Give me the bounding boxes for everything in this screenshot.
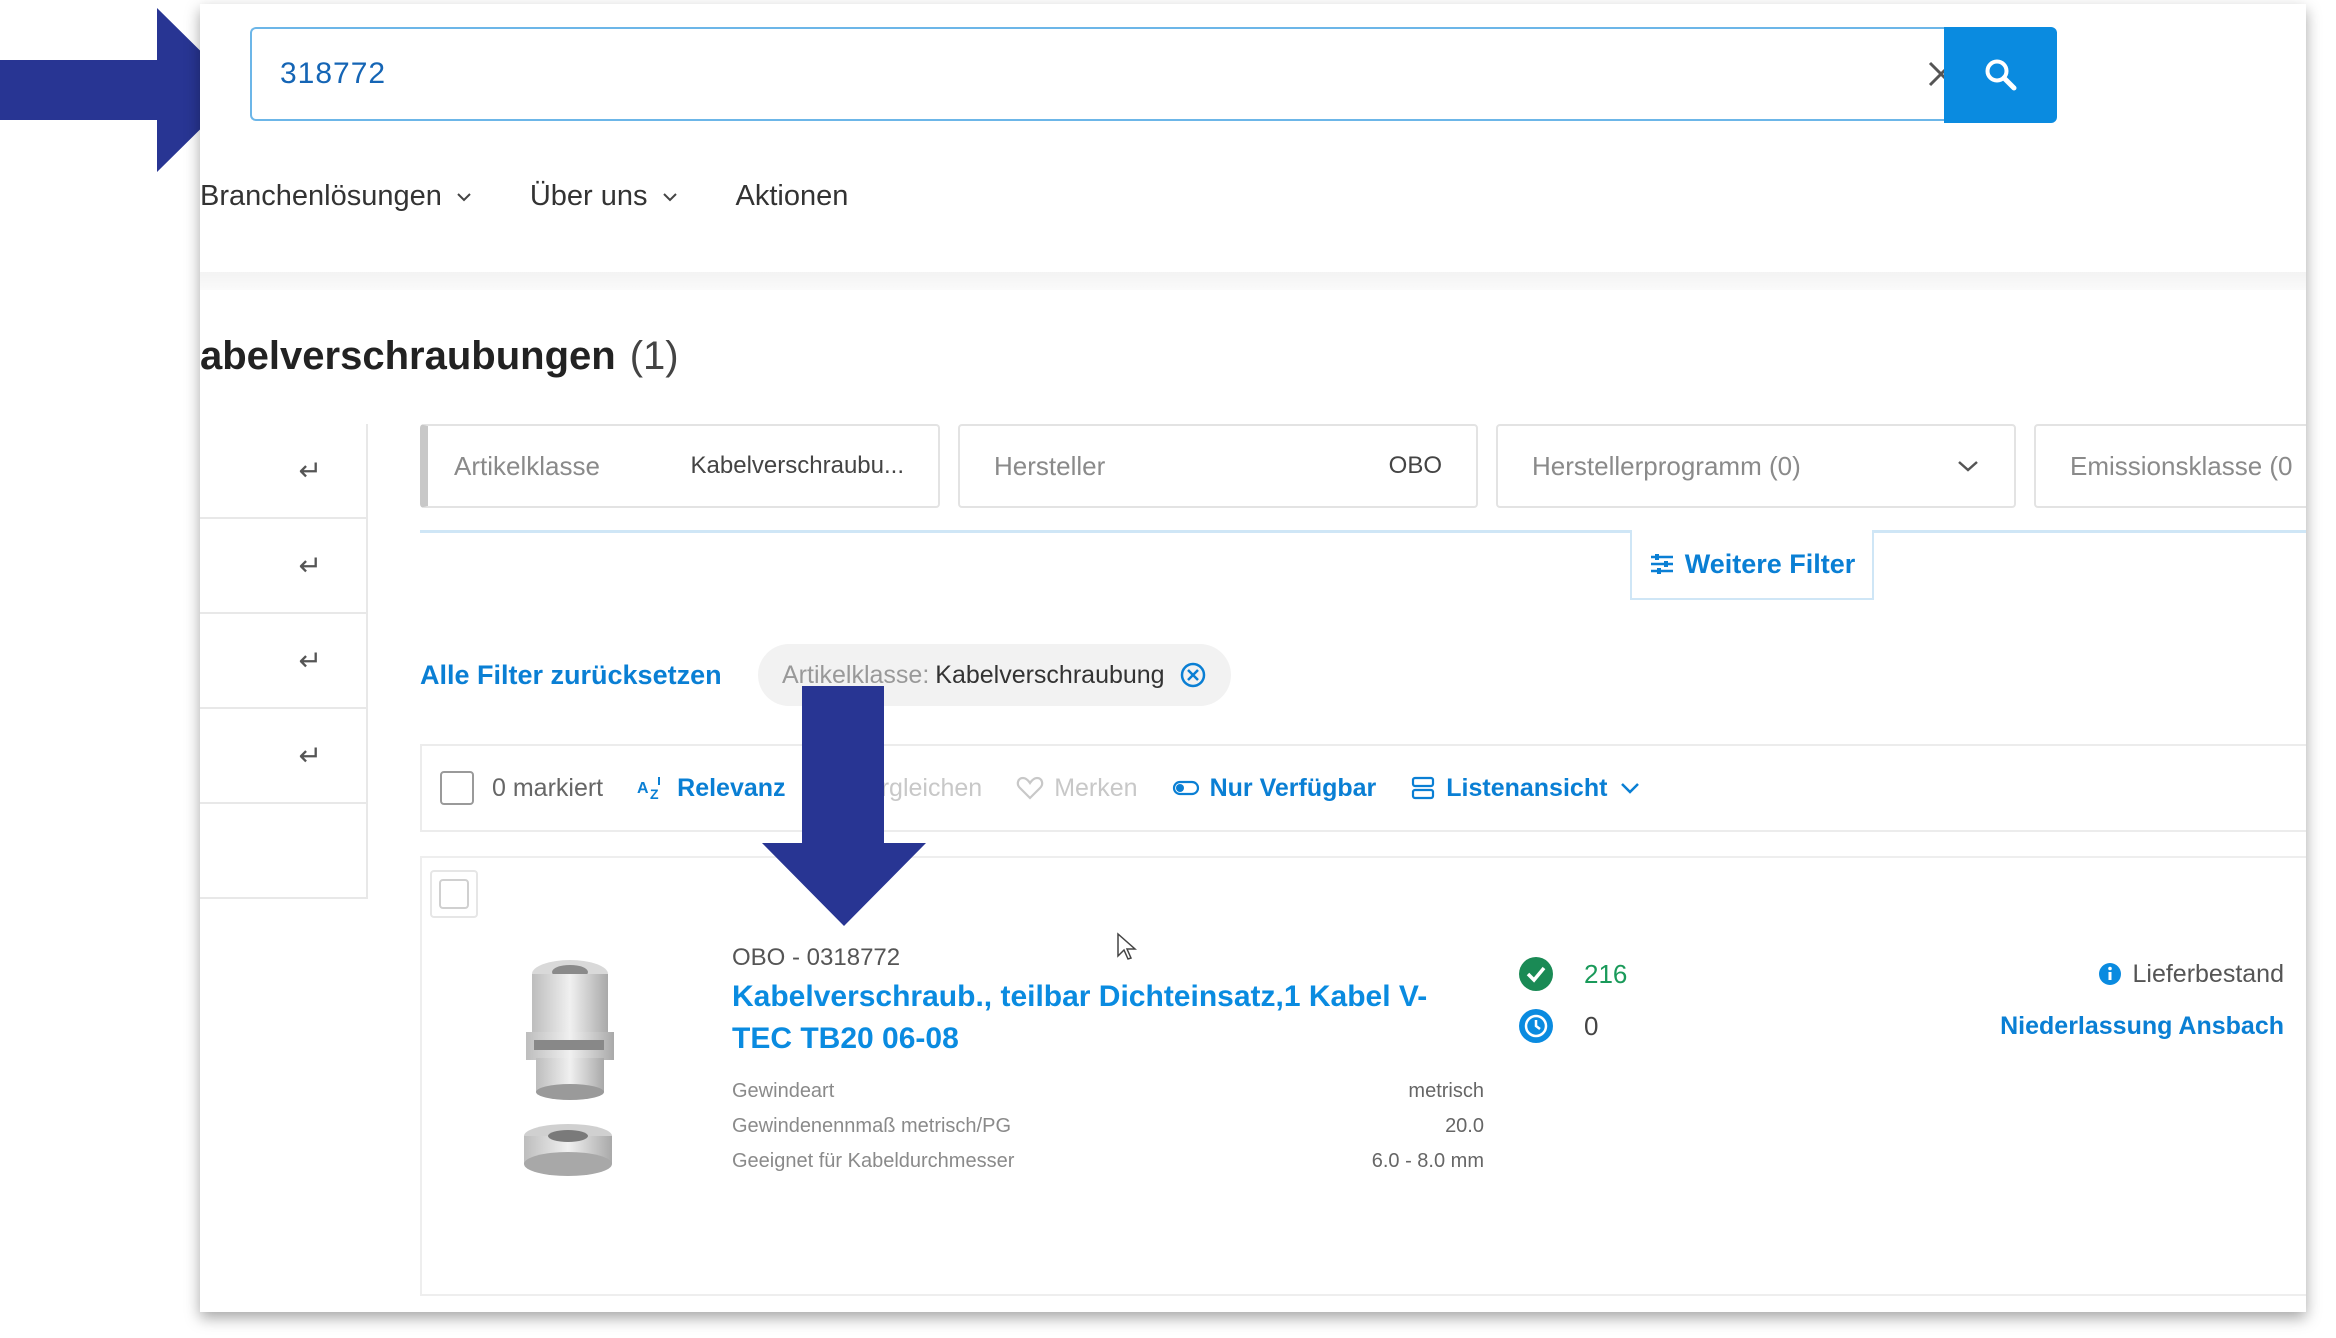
sort-az-icon: AZ bbox=[637, 777, 661, 801]
view-mode-dropdown[interactable]: Listenansicht bbox=[1410, 774, 1651, 803]
mouse-cursor-icon bbox=[1117, 932, 1137, 960]
sidebar-item[interactable]: ↵ bbox=[200, 709, 368, 804]
spec-label: Geeignet für Kabeldurchmesser bbox=[732, 1150, 1015, 1172]
info-icon bbox=[2099, 963, 2122, 985]
nav-item-ueber-uns[interactable]: Über uns bbox=[530, 180, 678, 213]
spec-label: Gewindeart bbox=[732, 1080, 835, 1102]
filter-emissionsklasse[interactable]: Emissionsklasse (0 bbox=[2034, 424, 2306, 508]
nav-item-aktionen[interactable]: Aktionen bbox=[736, 180, 849, 213]
remember-button[interactable]: Merken bbox=[1016, 773, 1138, 803]
page-title: abelverschraubungen (1) bbox=[200, 334, 679, 379]
spec-row: Geeignet für Kabeldurchmesser 6.0 - 8.0 … bbox=[732, 1144, 1484, 1179]
nav-item-label: Über uns bbox=[529, 180, 648, 212]
search-button[interactable] bbox=[1944, 27, 2057, 123]
available-only-label: Nur Verfügbar bbox=[1209, 773, 1377, 802]
chevron-down-icon bbox=[1621, 783, 1640, 794]
filter-artikelklasse[interactable]: Artikelklasse Kabelverschraubu... bbox=[420, 424, 940, 508]
product-article-number: OBO - 0318772 bbox=[732, 944, 901, 971]
filter-label: Artikelklasse bbox=[454, 450, 600, 481]
chevron-down-icon bbox=[662, 192, 677, 201]
product-card: OBO - 0318772 Kabelverschraub., teilbar … bbox=[420, 856, 2306, 1296]
reset-filters-link[interactable]: Alle Filter zurücksetzen bbox=[420, 660, 722, 691]
annotation-arrow-down bbox=[762, 686, 926, 926]
search-input[interactable] bbox=[250, 27, 1944, 121]
header-divider bbox=[200, 272, 2306, 290]
sidebar-item[interactable]: ↵ bbox=[200, 519, 368, 614]
chevron-down-icon bbox=[1958, 461, 1978, 472]
filter-label: Hersteller bbox=[994, 450, 1106, 481]
browser-viewport: Branchenlösungen Über uns Aktionen abelv… bbox=[200, 4, 2306, 1312]
search-bar bbox=[250, 27, 2062, 125]
enter-icon: ↵ bbox=[298, 550, 322, 581]
more-filters-button[interactable]: Weitere Filter bbox=[1630, 530, 1874, 600]
product-image[interactable] bbox=[510, 954, 630, 1184]
result-count: (1) bbox=[629, 334, 679, 378]
spec-value: 20.0 bbox=[1445, 1115, 1484, 1137]
nav-item-label: Aktionen bbox=[735, 180, 849, 212]
svg-text:A: A bbox=[637, 780, 649, 797]
sidebar-item[interactable] bbox=[200, 804, 368, 899]
marked-count: 0 markiert bbox=[492, 773, 604, 802]
branch-link[interactable]: Niederlassung Ansbach bbox=[2000, 1000, 2284, 1052]
stock-info: 216 0 bbox=[1518, 948, 1627, 1052]
filter-hersteller[interactable]: Hersteller OBO bbox=[958, 424, 1478, 508]
stock-available-count: 216 bbox=[1584, 958, 1628, 989]
results-toolbar: 0 markiert AZ Relevanz Vergleichen Merke… bbox=[420, 744, 2306, 832]
list-view-icon bbox=[1412, 776, 1435, 800]
select-all-checkbox[interactable] bbox=[440, 771, 474, 805]
filter-herstellerprogramm[interactable]: Herstellerprogramm (0) bbox=[1496, 424, 2016, 508]
filter-label: Herstellerprogramm (0) bbox=[1532, 450, 1801, 481]
nav-item-label: Branchenlösungen bbox=[200, 180, 442, 212]
available-only-toggle[interactable]: Nur Verfügbar bbox=[1172, 773, 1377, 803]
view-mode-label: Listenansicht bbox=[1446, 773, 1608, 802]
stock-incoming-row: 0 bbox=[1518, 1000, 1627, 1052]
filter-sliders-icon bbox=[1650, 554, 1673, 574]
filter-value: Kabelverschraubu... bbox=[690, 452, 904, 479]
delivery-label: Lieferbestand bbox=[2132, 959, 2284, 988]
delivery-stock: Lieferbestand bbox=[2000, 948, 2284, 1000]
filter-label: Emissionsklasse (0 bbox=[2070, 450, 2293, 481]
heart-icon bbox=[1016, 776, 1044, 800]
sidebar-item[interactable]: ↵ bbox=[200, 424, 368, 519]
filter-value: OBO bbox=[1388, 452, 1442, 479]
enter-icon: ↵ bbox=[298, 455, 322, 486]
toggle-icon bbox=[1172, 780, 1199, 796]
spec-row: Gewindenennmaß metrisch/PG 20.0 bbox=[732, 1109, 1484, 1144]
availability-info: Lieferbestand Niederlassung Ansbach bbox=[2000, 948, 2284, 1052]
svg-text:Z: Z bbox=[650, 786, 659, 801]
enter-icon: ↵ bbox=[298, 740, 322, 771]
enter-icon: ↵ bbox=[298, 645, 322, 676]
stock-available-row: 216 bbox=[1518, 948, 1627, 1000]
more-filters-label: Weitere Filter bbox=[1684, 548, 1856, 579]
spec-value: 6.0 - 8.0 mm bbox=[1371, 1150, 1484, 1172]
sidebar-item[interactable]: ↵ bbox=[200, 614, 368, 709]
spec-value: metrisch bbox=[1408, 1080, 1484, 1102]
search-icon bbox=[1985, 59, 2016, 91]
chevron-down-icon bbox=[457, 192, 471, 201]
nav-item-branchenloesungen[interactable]: Branchenlösungen bbox=[200, 180, 472, 213]
stock-incoming-count: 0 bbox=[1584, 1010, 1599, 1041]
category-title: abelverschraubungen bbox=[200, 334, 616, 378]
spec-label: Gewindenennmaß metrisch/PG bbox=[732, 1115, 1012, 1137]
chip-value: Kabelverschraubung bbox=[935, 660, 1165, 689]
product-specs: Gewindeart metrisch Gewindenennmaß metri… bbox=[732, 1074, 1484, 1179]
check-circle-icon bbox=[1519, 957, 1553, 991]
product-select-checkbox[interactable] bbox=[430, 870, 478, 918]
category-sidebar: ↵ ↵ ↵ ↵ bbox=[200, 424, 368, 899]
product-title-link[interactable]: Kabelverschraub., teilbar Dichteinsatz,1… bbox=[732, 976, 1472, 1060]
remember-label: Merken bbox=[1054, 773, 1138, 802]
clock-icon bbox=[1519, 1009, 1553, 1043]
filter-underline bbox=[420, 530, 2306, 533]
circle-x-icon bbox=[1180, 662, 1205, 688]
spec-row: Gewindeart metrisch bbox=[732, 1074, 1484, 1109]
filter-bar: Artikelklasse Kabelverschraubu... Herste… bbox=[420, 424, 2306, 508]
main-nav: Branchenlösungen Über uns Aktionen bbox=[200, 180, 906, 213]
remove-filter-button[interactable] bbox=[1179, 661, 1207, 689]
